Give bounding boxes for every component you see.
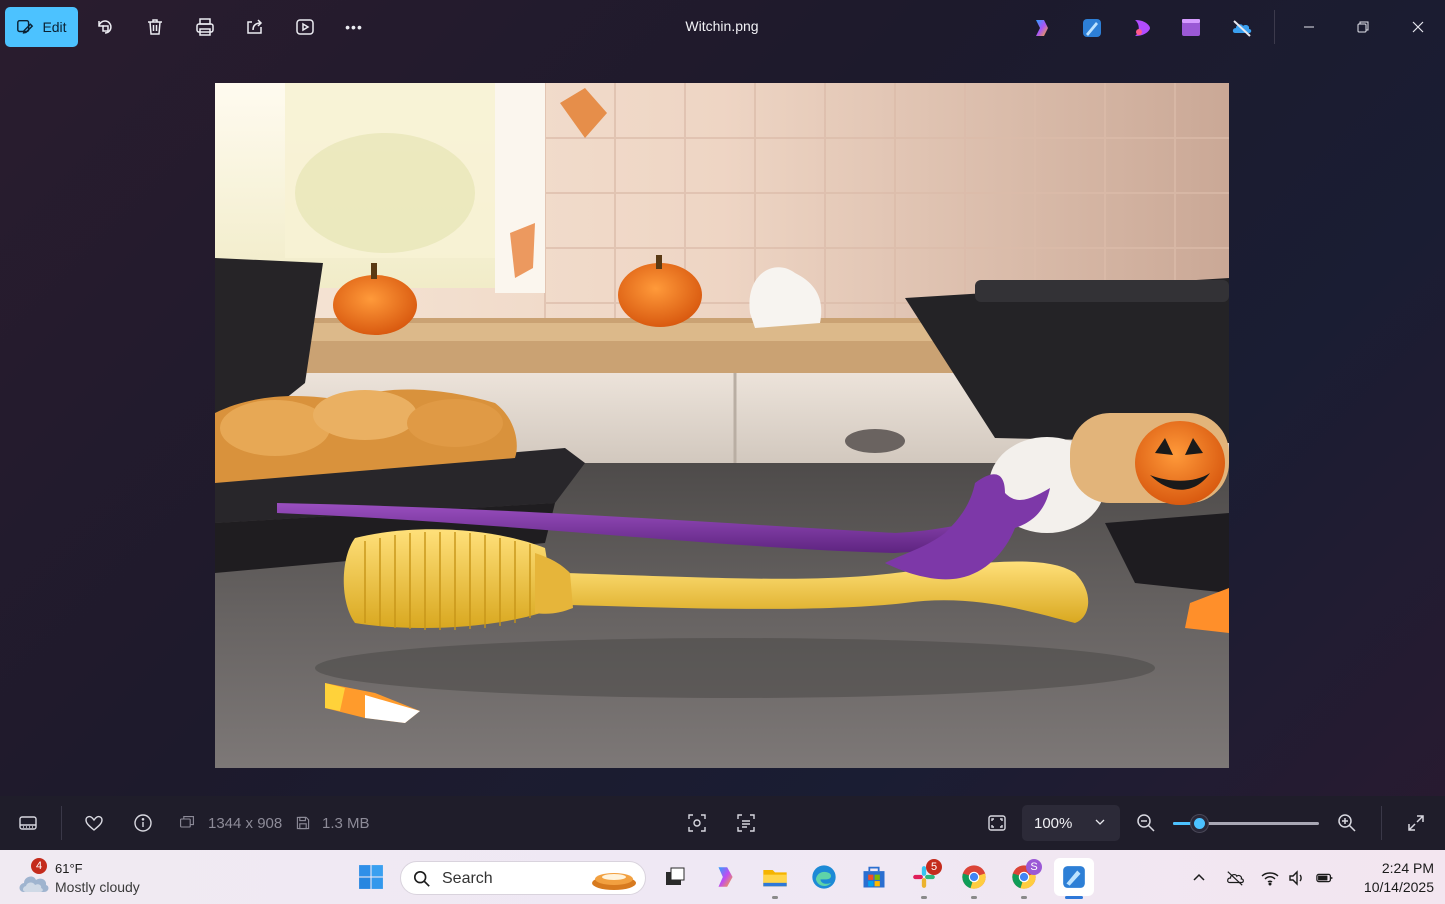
weather-temperature: 61°F: [55, 861, 83, 876]
info-icon[interactable]: [130, 810, 156, 836]
delete-icon[interactable]: [140, 12, 170, 42]
image-dimensions: 1344 x 908: [208, 815, 283, 832]
onedrive-off-icon[interactable]: [1229, 16, 1253, 40]
chrome-running-indicator: [971, 896, 977, 899]
zoom-slider[interactable]: [1173, 815, 1319, 832]
edit-image-icon: [17, 19, 34, 34]
photo-canvas[interactable]: [215, 83, 1229, 768]
filmstrip-icon[interactable]: [15, 810, 41, 836]
system-clock[interactable]: 2:24 PM 10/14/2025: [1344, 859, 1434, 897]
chevron-up-icon[interactable]: [1189, 868, 1209, 888]
file-size-icon: [292, 810, 314, 836]
weather-condition: Mostly cloudy: [55, 879, 140, 895]
fullscreen-icon[interactable]: [1403, 810, 1429, 836]
wifi-icon[interactable]: [1260, 868, 1280, 888]
explorer-running-indicator: [772, 896, 778, 899]
fit-to-window-icon[interactable]: [984, 810, 1010, 836]
share-icon[interactable]: [240, 12, 270, 42]
weather-badge: 4: [31, 858, 47, 874]
search-placeholder: Search: [442, 870, 493, 887]
zoom-out-icon[interactable]: [1133, 810, 1159, 836]
weather-widget[interactable]: 4 61°F Mostly cloudy: [16, 858, 176, 898]
zoom-slider-thumb[interactable]: [1191, 815, 1209, 832]
file-size: 1.3 MB: [322, 815, 370, 832]
minimize-icon[interactable]: [1289, 12, 1329, 42]
slideshow-icon[interactable]: [290, 12, 320, 42]
zoom-in-icon[interactable]: [1334, 810, 1360, 836]
slack-badge: 5: [926, 859, 942, 875]
visual-search-icon[interactable]: [684, 810, 710, 836]
volume-icon[interactable]: [1287, 868, 1307, 888]
copilot-icon[interactable]: [1030, 16, 1054, 40]
clipchamp-icon[interactable]: [1130, 16, 1154, 40]
chrome-profile-badge: S: [1026, 859, 1042, 875]
close-icon[interactable]: [1398, 12, 1438, 42]
paint-app-icon[interactable]: [1080, 16, 1104, 40]
chevron-down-icon: [1095, 819, 1105, 825]
taskbar-search[interactable]: Search: [400, 861, 646, 895]
edit-button-label: Edit: [42, 19, 67, 35]
task-view-icon[interactable]: [660, 862, 690, 892]
slack-running-indicator: [921, 896, 927, 899]
photos-active-indicator: [1065, 896, 1083, 899]
print-icon[interactable]: [190, 12, 220, 42]
battery-icon[interactable]: [1315, 868, 1335, 888]
text-scan-icon[interactable]: [733, 810, 759, 836]
status-bar: 1344 x 908 1.3 MB 100%: [0, 796, 1445, 850]
onedrive-offline-tray-icon[interactable]: [1225, 868, 1245, 888]
photo-image: [215, 83, 1229, 768]
microsoft-store-icon[interactable]: [859, 862, 889, 892]
status-separator: [61, 806, 62, 840]
zoom-level-value: 100%: [1034, 814, 1073, 832]
dimensions-icon: [176, 810, 198, 836]
window-title: Witchin.png: [685, 18, 759, 34]
restore-icon[interactable]: [1343, 12, 1383, 42]
clock-time: 2:24 PM: [1381, 860, 1434, 876]
clock-date: 10/14/2025: [1363, 879, 1434, 895]
rotate-icon[interactable]: [90, 12, 120, 42]
edge-icon[interactable]: [809, 862, 839, 892]
status-separator-right: [1381, 806, 1382, 840]
taskbar: 4 61°F Mostly cloudy Search 5 S 2:24 PM …: [0, 850, 1445, 904]
chrome-profile-running-indicator: [1021, 896, 1027, 899]
edit-button[interactable]: Edit: [5, 7, 78, 47]
start-icon[interactable]: [356, 862, 386, 892]
photos-app-icon[interactable]: [1054, 858, 1094, 896]
title-bar: Edit ••• Witchin.png: [0, 0, 1445, 56]
search-icon: [413, 870, 430, 887]
titlebar-separator: [1274, 10, 1275, 44]
video-editor-icon[interactable]: [1179, 16, 1203, 40]
pie-highlight-icon: [592, 873, 636, 890]
more-options-icon[interactable]: •••: [339, 12, 369, 42]
favorite-icon[interactable]: [81, 810, 107, 836]
chrome-icon[interactable]: [959, 862, 989, 892]
file-explorer-icon[interactable]: [760, 862, 790, 892]
copilot-taskbar-icon[interactable]: [710, 862, 740, 892]
zoom-level-dropdown[interactable]: 100%: [1022, 805, 1120, 841]
